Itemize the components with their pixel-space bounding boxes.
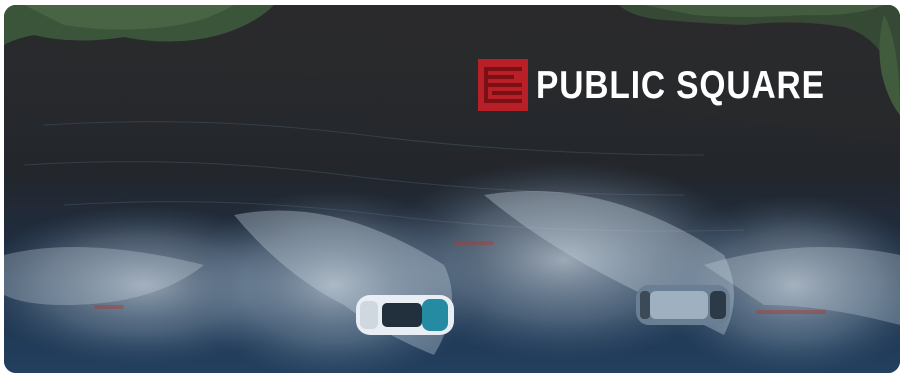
brand-lockup: PUBLIC SQUARE: [478, 55, 872, 115]
grey-suv: [636, 285, 730, 325]
white-suv: [356, 295, 454, 335]
brand-name: PUBLIC SQUARE: [536, 63, 825, 107]
hero-banner: PUBLIC SQUARE: [4, 5, 900, 373]
ps-square-logo-icon: [478, 59, 528, 111]
